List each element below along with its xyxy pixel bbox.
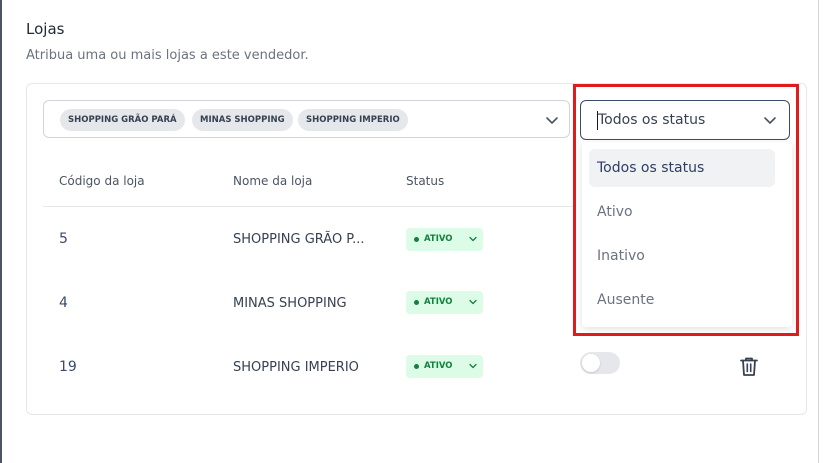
trash-icon[interactable] (739, 356, 759, 377)
status-badge-label: ATIVO (424, 234, 453, 244)
status-filter-select[interactable]: Todos os status (580, 100, 790, 140)
status-badge[interactable]: ATIVO (406, 355, 483, 378)
column-header-status: Status (406, 174, 445, 188)
column-header-name: Nome da loja (233, 174, 313, 188)
store-name: MINAS SHOPPING (233, 296, 347, 311)
section-title: Lojas (26, 20, 65, 38)
store-active-toggle[interactable] (580, 352, 620, 374)
status-option-active[interactable]: Ativo (589, 193, 775, 231)
status-option-absent[interactable]: Ausente (589, 281, 775, 319)
column-header-code: Código da loja (59, 174, 145, 188)
status-option-inactive[interactable]: Inativo (589, 237, 775, 275)
store-name: SHOPPING GRÃO P... (233, 232, 365, 247)
status-dropdown-menu: Todos os status Ativo Inativo Ausente (582, 142, 792, 327)
window-edge (0, 0, 2, 463)
status-dot (414, 364, 419, 369)
store-code: 4 (59, 295, 68, 311)
chevron-down-icon[interactable] (544, 112, 560, 128)
status-badge[interactable]: ATIVO (406, 228, 483, 251)
stores-multiselect[interactable]: SHOPPING GRÃO PARÁ MINAS SHOPPING SHOPPI… (43, 100, 570, 138)
store-chip[interactable]: SHOPPING GRÃO PARÁ (60, 109, 185, 131)
toggle-knob (582, 354, 600, 372)
store-name: SHOPPING IMPERIO (233, 360, 359, 375)
chevron-down-icon (469, 299, 477, 305)
status-filter-value: Todos os status (598, 112, 706, 128)
store-chip[interactable]: MINAS SHOPPING (192, 109, 293, 131)
section-subtitle: Atribua uma ou mais lojas a este vendedo… (26, 48, 309, 63)
store-chip[interactable]: SHOPPING IMPERIO (298, 109, 408, 131)
store-code: 19 (59, 359, 77, 375)
status-badge-label: ATIVO (424, 361, 453, 371)
header-divider (43, 206, 573, 207)
status-option-all[interactable]: Todos os status (589, 149, 775, 187)
status-dot (414, 237, 419, 242)
status-badge-label: ATIVO (424, 297, 453, 307)
chevron-down-icon (469, 236, 477, 242)
status-badge[interactable]: ATIVO (406, 291, 483, 314)
status-dot (414, 300, 419, 305)
chevron-down-icon[interactable] (762, 112, 778, 128)
scroll-edge (818, 0, 819, 463)
chevron-down-icon (469, 363, 477, 369)
store-code: 5 (59, 231, 68, 247)
